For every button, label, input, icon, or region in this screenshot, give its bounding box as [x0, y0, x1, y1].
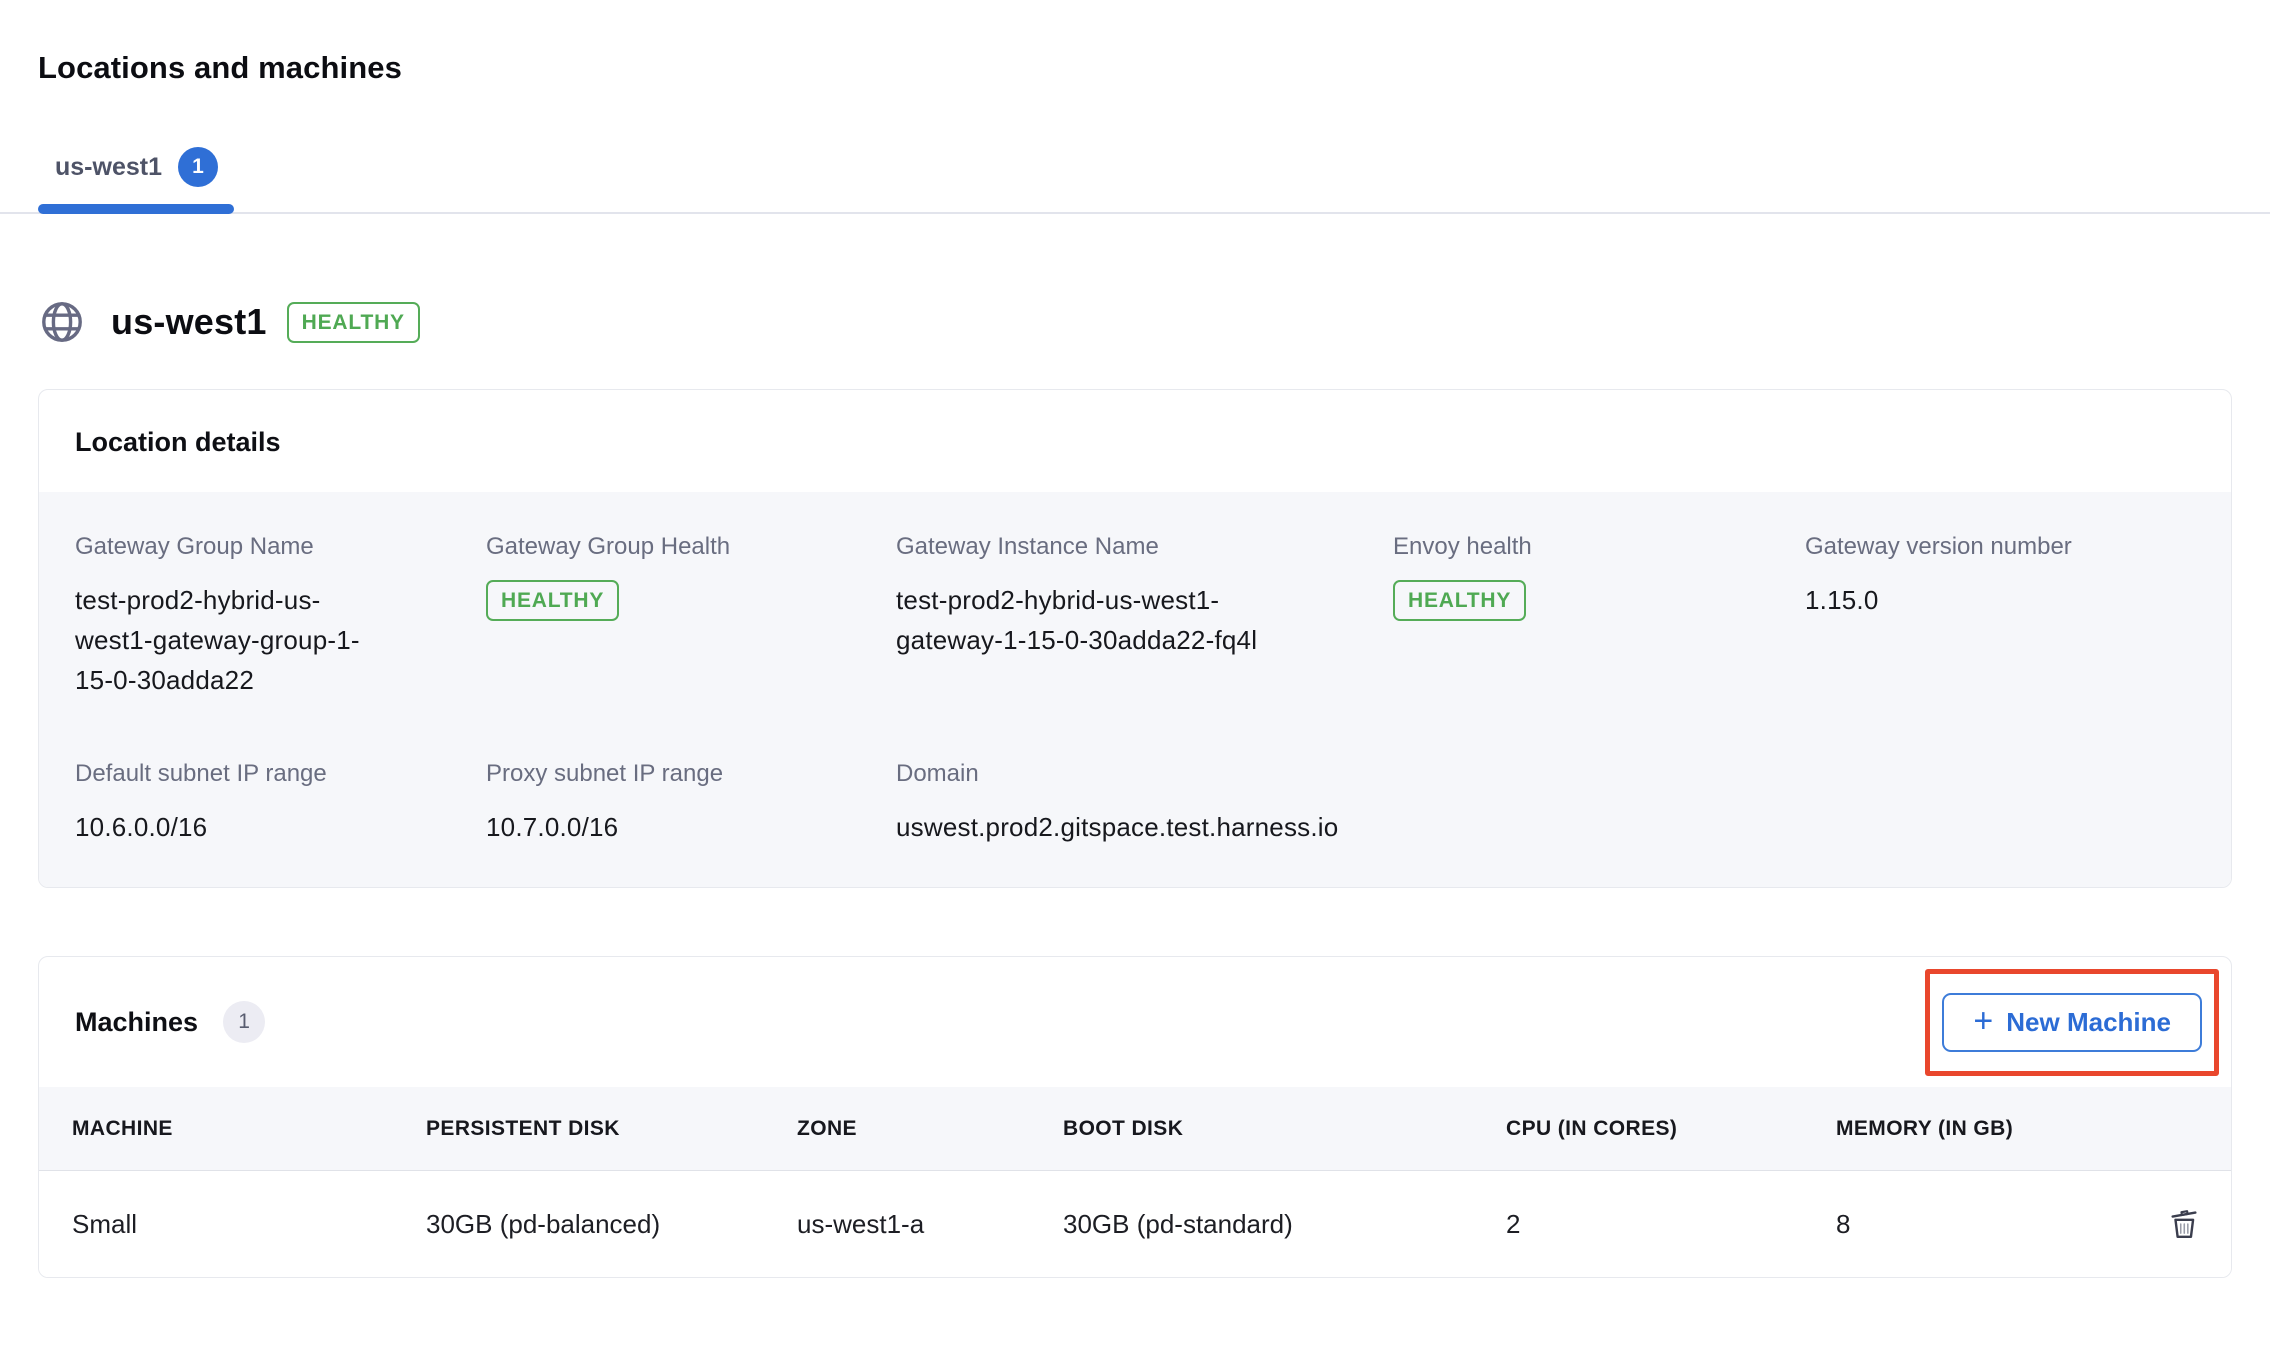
column-header-cpu: CPU (IN CORES) [1506, 1117, 1836, 1141]
machines-count-badge: 1 [223, 1001, 265, 1043]
envoy-health-badge: HEALTHY [1393, 580, 1526, 621]
field-label: Gateway version number [1805, 533, 2195, 561]
field-value: 1.15.0 [1805, 580, 2195, 620]
details-row-2: Default subnet IP range 10.6.0.0/16 Prox… [75, 760, 2195, 847]
machines-table-header: MACHINE PERSISTENT DISK ZONE BOOT DISK C… [39, 1087, 2231, 1171]
field-gateway-instance-name: Gateway Instance Name test-prod2-hybrid-… [896, 533, 1393, 700]
plus-icon: + [1973, 1004, 1993, 1038]
field-label: Gateway Instance Name [896, 533, 1393, 561]
field-value: uswest.prod2.gitspace.test.harness.io [896, 807, 1393, 847]
globe-icon [38, 298, 86, 346]
column-header-zone: ZONE [797, 1117, 1063, 1141]
tab-bar: us-west1 1 [0, 134, 2270, 214]
gateway-group-health-badge: HEALTHY [486, 580, 619, 621]
column-header-persistent-disk: PERSISTENT DISK [426, 1117, 797, 1141]
location-status-badge: HEALTHY [287, 302, 420, 343]
machines-title-group: Machines 1 [75, 1001, 265, 1043]
column-header-boot-disk: BOOT DISK [1063, 1117, 1506, 1141]
details-row-1: Gateway Group Name test-prod2-hybrid-us-… [75, 533, 2195, 700]
locations-page: Locations and machines us-west1 1 us-wes… [0, 49, 2270, 1278]
field-proxy-subnet: Proxy subnet IP range 10.7.0.0/16 [486, 760, 896, 847]
cell-memory: 8 [1836, 1209, 2141, 1240]
field-label: Proxy subnet IP range [486, 760, 896, 788]
tab-label: us-west1 [55, 153, 162, 182]
location-details-title: Location details [75, 427, 2195, 458]
machines-title: Machines [75, 1007, 198, 1038]
location-details-card-body: Gateway Group Name test-prod2-hybrid-us-… [39, 492, 2231, 887]
field-envoy-health: Envoy health HEALTHY [1393, 533, 1805, 700]
field-label: Domain [896, 760, 1393, 788]
field-label: Gateway Group Name [75, 533, 486, 561]
location-details-card-header: Location details [39, 390, 2231, 492]
field-value: test-prod2-hybrid-us-west1-gateway-group… [75, 580, 385, 700]
annotation-highlight-box: + New Machine [1925, 969, 2219, 1076]
cell-cpu: 2 [1506, 1209, 1836, 1240]
column-header-machine: MACHINE [72, 1117, 426, 1141]
location-name: us-west1 [111, 301, 267, 343]
field-gateway-group-health: Gateway Group Health HEALTHY [486, 533, 896, 700]
machines-header: Machines 1 + New Machine [39, 957, 2231, 1087]
new-machine-button[interactable]: + New Machine [1942, 993, 2202, 1052]
field-gateway-version: Gateway version number 1.15.0 [1805, 533, 2195, 700]
field-value: 10.6.0.0/16 [75, 807, 486, 847]
new-machine-button-label: New Machine [2006, 1007, 2171, 1038]
cell-boot-disk: 30GB (pd-standard) [1063, 1209, 1506, 1240]
field-label: Envoy health [1393, 533, 1805, 561]
field-default-subnet: Default subnet IP range 10.6.0.0/16 [75, 760, 486, 847]
cell-persistent-disk: 30GB (pd-balanced) [426, 1209, 797, 1240]
cell-machine: Small [72, 1209, 426, 1240]
location-details-card: Location details Gateway Group Name test… [38, 389, 2232, 888]
tab-us-west1[interactable]: us-west1 1 [38, 134, 234, 212]
table-row: Small 30GB (pd-balanced) us-west1-a 30GB… [39, 1171, 2231, 1277]
page-title: Locations and machines [38, 49, 2232, 86]
column-header-memory: MEMORY (IN GB) [1836, 1117, 2141, 1141]
location-header: us-west1 HEALTHY [38, 298, 2232, 346]
field-label: Default subnet IP range [75, 760, 486, 788]
field-label: Gateway Group Health [486, 533, 896, 561]
field-value: test-prod2-hybrid-us-west1-gateway-1-15-… [896, 580, 1316, 660]
cell-zone: us-west1-a [797, 1209, 1063, 1240]
trash-icon [2167, 1204, 2201, 1244]
field-domain: Domain uswest.prod2.gitspace.test.harnes… [896, 760, 1393, 847]
field-value: 10.7.0.0/16 [486, 807, 896, 847]
machines-card: Machines 1 + New Machine MACHINE PERSIST… [38, 956, 2232, 1278]
field-gateway-group-name: Gateway Group Name test-prod2-hybrid-us-… [75, 533, 486, 700]
delete-machine-button[interactable] [2167, 1204, 2201, 1244]
tab-count-badge: 1 [178, 147, 218, 187]
